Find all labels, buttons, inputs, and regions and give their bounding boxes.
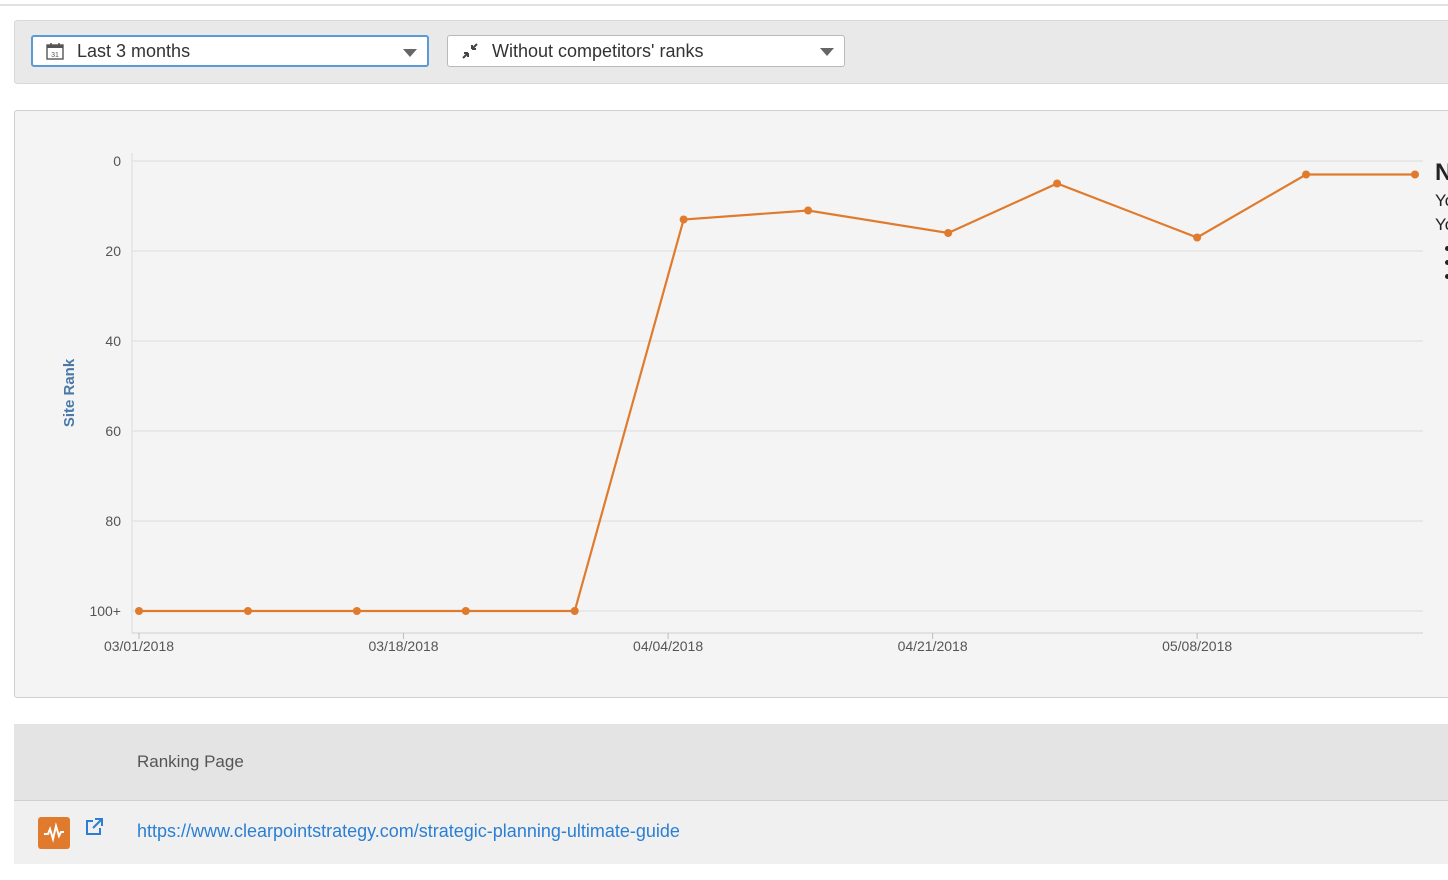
data-point	[1302, 170, 1311, 179]
date-range-select[interactable]: 31 Last 3 months	[31, 35, 429, 67]
competitors-value: Without competitors' ranks	[492, 40, 704, 61]
data-point	[1193, 233, 1202, 242]
y-tick-label: 100+	[89, 603, 121, 619]
x-tick-label: 03/01/2018	[104, 638, 174, 654]
data-point	[243, 607, 252, 615]
calendar-icon: 31	[45, 41, 65, 61]
x-axis-ticks: 03/01/2018 03/18/2018 04/04/2018 04/21/2018…	[104, 633, 1232, 654]
data-point	[679, 215, 688, 224]
chart-series	[135, 170, 1419, 615]
y-axis-ticks: 0 20 40 60 80 100+	[89, 153, 121, 619]
data-point	[461, 607, 470, 615]
ranking-table: Ranking Page https://www.clearpointstrat…	[14, 724, 1448, 864]
side-note-line: Yo	[1435, 191, 1448, 210]
data-point	[570, 607, 579, 615]
x-tick-label: 03/18/2018	[368, 638, 438, 654]
y-tick-label: 60	[105, 423, 121, 439]
side-note-heading: N	[1435, 159, 1448, 186]
pulse-icon	[44, 822, 64, 843]
x-tick-label: 05/08/2018	[1162, 638, 1232, 654]
ranking-page-header: Ranking Page	[137, 752, 244, 771]
table-row: https://www.clearpointstrategy.com/strat…	[14, 801, 1448, 864]
x-tick-label: 04/04/2018	[633, 638, 703, 654]
data-point	[1053, 179, 1062, 188]
data-point	[804, 206, 813, 215]
table-header: Ranking Page	[14, 724, 1448, 801]
competitors-select[interactable]: Without competitors' ranks	[447, 35, 845, 67]
date-range-value: Last 3 months	[77, 40, 191, 61]
data-point	[944, 229, 953, 237]
rank-chart: 0 20 40 60 80 100+ 03/01/2018 03/18/2018 04/04/…	[61, 153, 1423, 654]
y-axis-label: Site Rank	[61, 358, 78, 427]
data-point	[135, 607, 143, 615]
svg-text:31: 31	[51, 52, 59, 59]
data-point	[1411, 170, 1419, 179]
series-line	[139, 173, 1415, 613]
external-link-icon[interactable]	[84, 817, 104, 837]
top-divider	[0, 0, 1448, 6]
y-tick-label: 40	[105, 333, 121, 349]
data-point	[352, 607, 361, 615]
collapse-arrows-icon	[460, 41, 480, 61]
chevron-down-icon	[403, 49, 417, 57]
y-tick-label: 80	[105, 513, 121, 529]
ranking-page-link[interactable]: https://www.clearpointstrategy.com/strat…	[137, 821, 680, 842]
rank-history-button[interactable]	[38, 817, 70, 849]
chart-grid	[131, 153, 1423, 634]
side-note-line: Yo	[1435, 215, 1448, 234]
y-tick-label: 0	[113, 153, 121, 169]
side-note: N Yo Yo	[1435, 157, 1448, 288]
x-tick-label: 04/21/2018	[898, 638, 968, 654]
chevron-down-icon	[820, 48, 834, 56]
rank-chart-panel: 0 20 40 60 80 100+ 03/01/2018 03/18/2018 04/04/…	[14, 110, 1448, 698]
y-tick-label: 20	[105, 243, 121, 259]
filter-bar: 31 Last 3 months Without competitors' ra…	[14, 20, 1448, 84]
